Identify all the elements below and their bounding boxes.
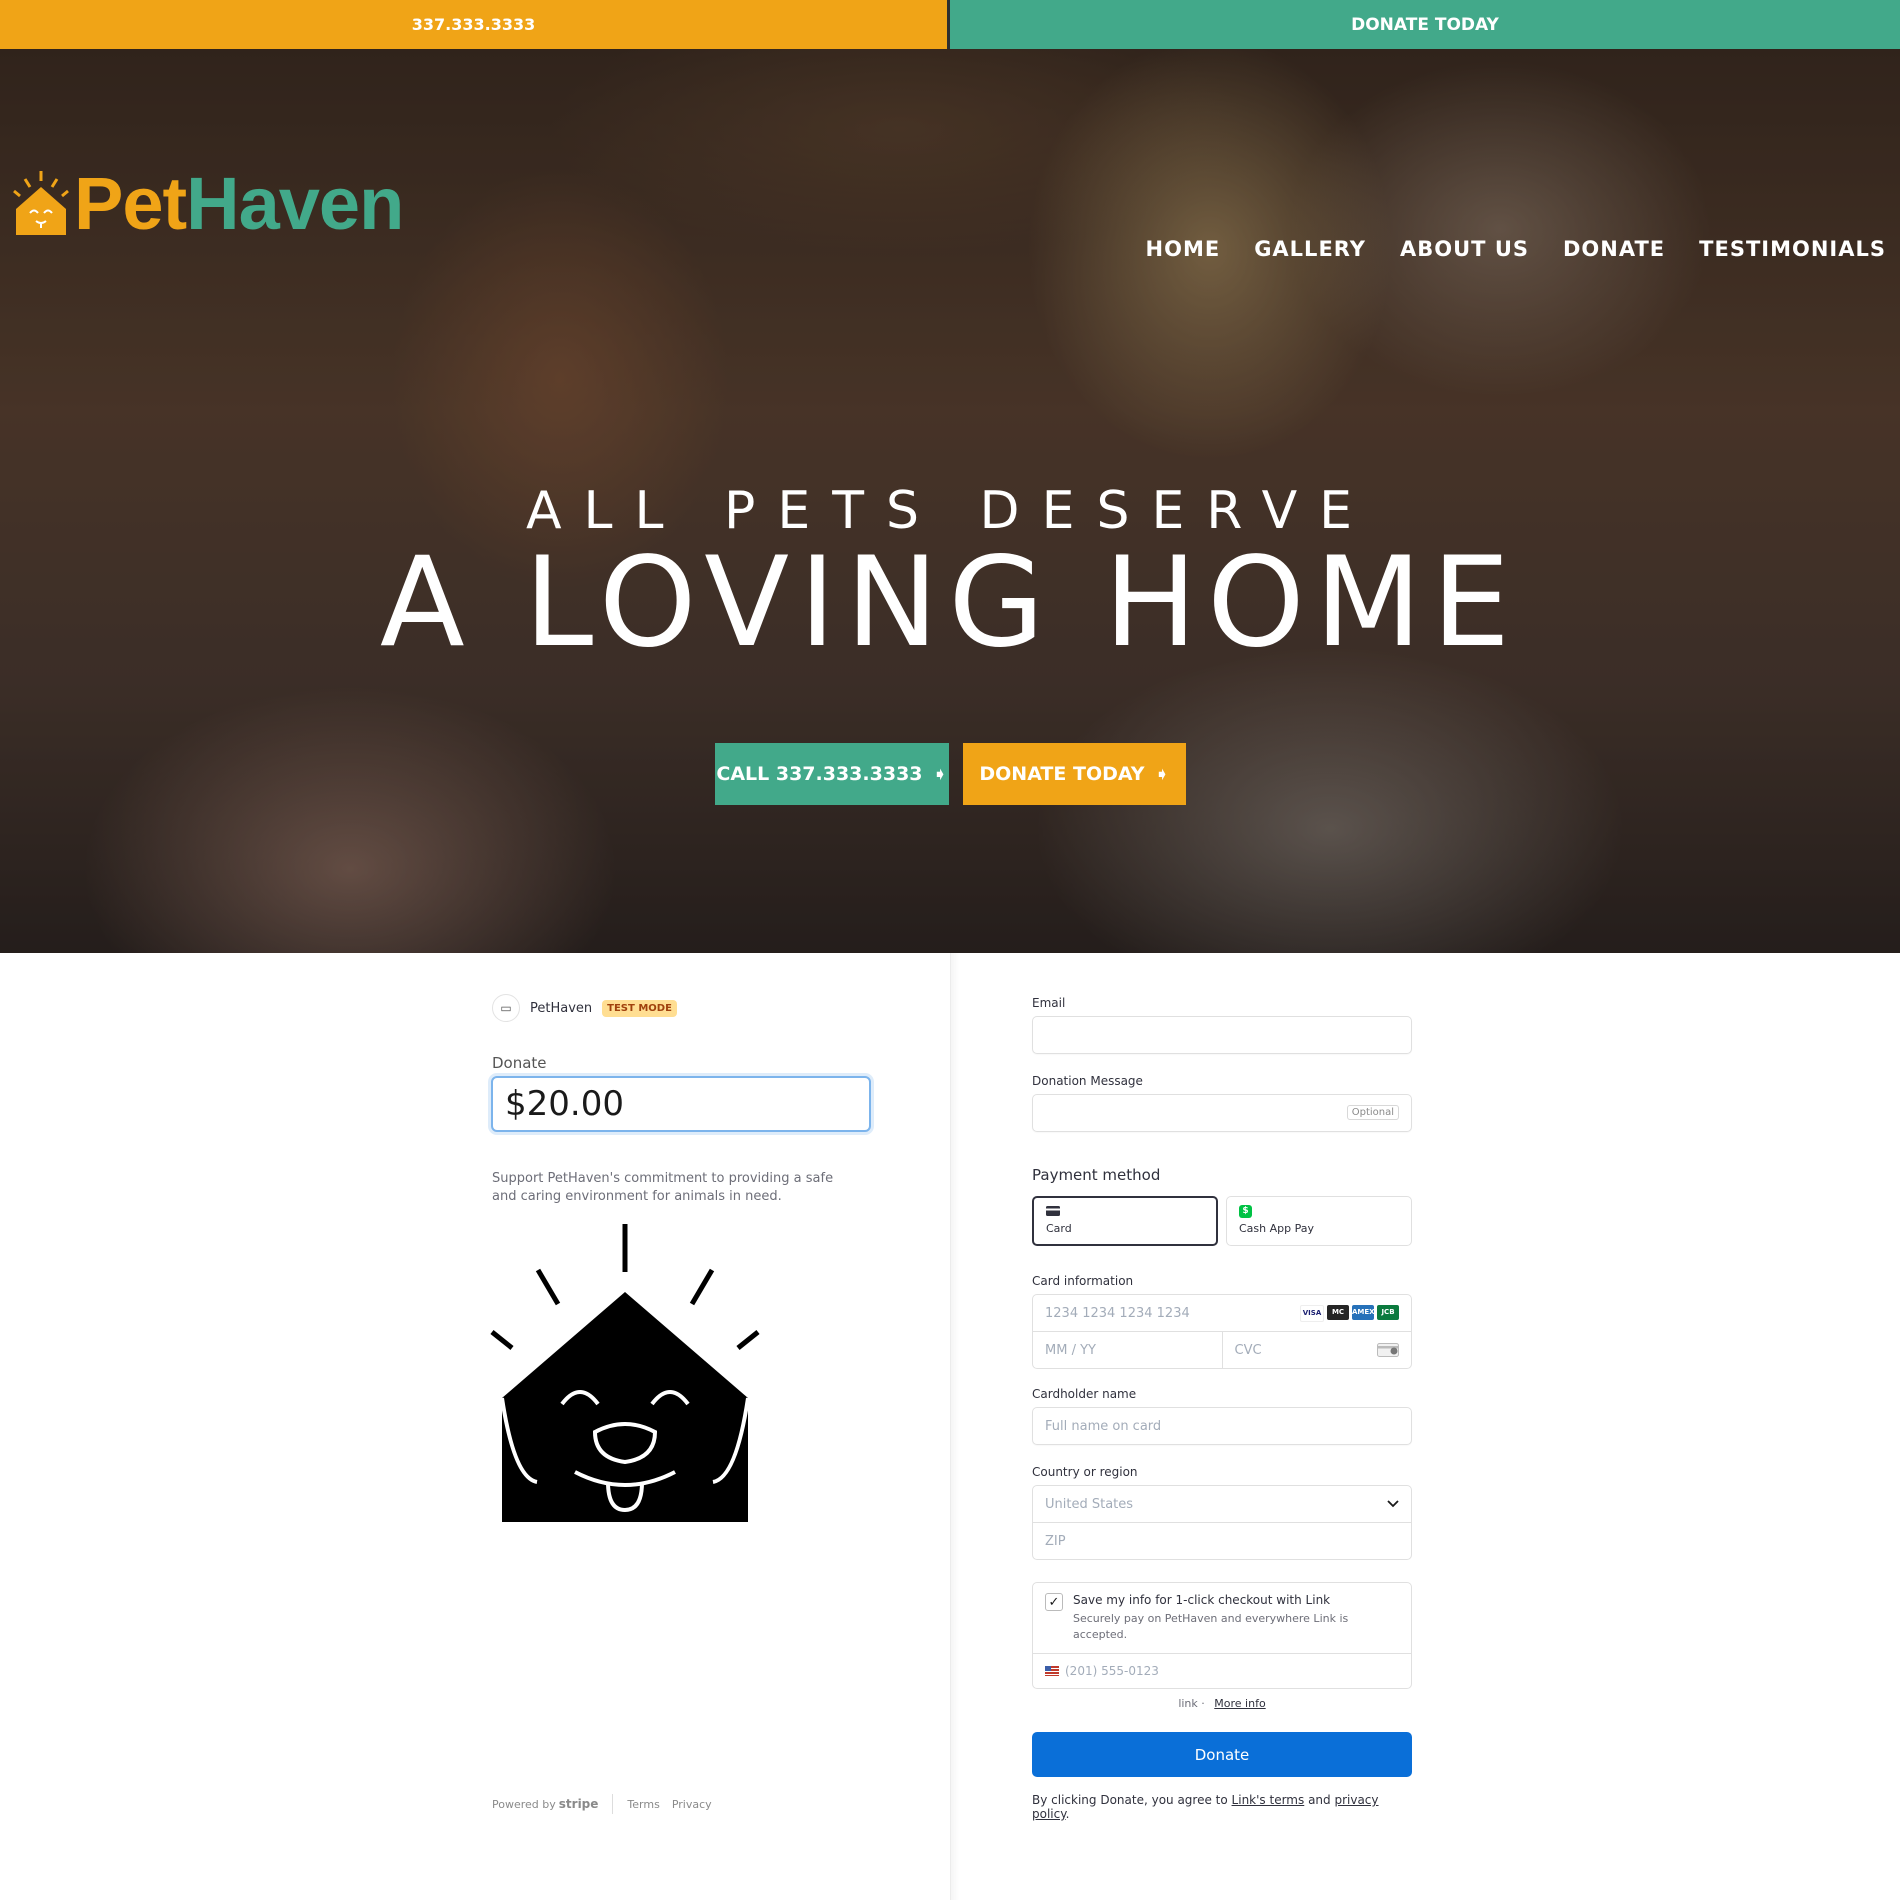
cash-app-icon: $: [1239, 1205, 1252, 1218]
nav-home[interactable]: HOME: [1146, 237, 1221, 261]
test-mode-badge: TEST MODE: [602, 999, 677, 1017]
link-save-subtitle: Securely pay on PetHaven and everywhere …: [1073, 1612, 1349, 1641]
card-expiry-cvc-row: MM / YY CVC: [1033, 1331, 1411, 1368]
main-nav: HOME GALLERY ABOUT US DONATE TESTIMONIAL…: [1146, 237, 1886, 261]
nav-gallery[interactable]: GALLERY: [1254, 237, 1366, 261]
cardholder-name-field[interactable]: Full name on card: [1032, 1407, 1412, 1445]
hero-donate-button[interactable]: DONATE TODAY ➧: [963, 743, 1186, 805]
link-save-checkbox[interactable]: ✓: [1045, 1593, 1063, 1611]
chevron-down-icon: [1387, 1500, 1399, 1508]
terms-suffix: .: [1065, 1807, 1070, 1821]
cvc-field[interactable]: CVC: [1221, 1332, 1412, 1368]
card-information-group: 1234 1234 1234 1234 VISA MC AMEX JCB MM …: [1032, 1294, 1412, 1369]
us-flag-icon: [1045, 1666, 1059, 1676]
donation-message-field[interactable]: Optional: [1032, 1094, 1412, 1132]
card-brand-icons: VISA MC AMEX JCB: [1300, 1305, 1399, 1322]
link-phone-field[interactable]: (201) 555-0123: [1033, 1654, 1411, 1688]
terms-text: By clicking Donate, you agree to Link's …: [1032, 1793, 1412, 1821]
payment-method-cashapp-label: Cash App Pay: [1239, 1222, 1314, 1235]
topbar-phone-link[interactable]: 337.333.3333: [0, 0, 947, 49]
cardholder-label: Cardholder name: [1032, 1387, 1137, 1401]
arrow-right-icon: ➧: [1154, 763, 1170, 785]
donation-description: Support PetHaven's commitment to providi…: [492, 1171, 834, 1204]
dot-separator: ·: [1201, 1697, 1209, 1710]
jcb-icon: JCB: [1377, 1305, 1399, 1320]
email-label: Email: [1032, 996, 1066, 1010]
house-dog-logo-icon: [13, 171, 69, 235]
more-info-link[interactable]: More info: [1214, 1697, 1265, 1710]
link-save-option: ✓ Save my info for 1-click checkout with…: [1033, 1583, 1411, 1654]
nav-donate[interactable]: DONATE: [1563, 237, 1665, 261]
terms-and: and: [1304, 1793, 1335, 1807]
expiry-field[interactable]: MM / YY: [1033, 1332, 1222, 1368]
arrow-right-icon: ➧: [932, 763, 948, 785]
payment-method-title: Payment method: [1032, 1166, 1161, 1184]
nav-testimonials[interactable]: TESTIMONIALS: [1699, 237, 1886, 261]
country-zip-group: United States ZIP: [1032, 1485, 1412, 1560]
optional-badge: Optional: [1346, 1105, 1399, 1120]
checkout-divider-shadow: [951, 953, 959, 1900]
cvc-placeholder: CVC: [1234, 1342, 1262, 1358]
cvc-card-icon: [1377, 1343, 1399, 1357]
payment-method-cashapp[interactable]: $ Cash App Pay: [1226, 1196, 1412, 1246]
topbar-donate-link[interactable]: DONATE TODAY: [950, 0, 1900, 49]
credit-card-icon: [1046, 1206, 1060, 1216]
hero-call-button[interactable]: CALL 337.333.3333 ➧: [715, 743, 949, 805]
merchant-name: PetHaven: [530, 1000, 593, 1016]
logo-word-pet: Pet: [74, 162, 187, 245]
top-bar: 337.333.3333 DONATE TODAY: [0, 0, 1900, 49]
logo-wordmark: PetHaven: [74, 167, 404, 241]
country-select[interactable]: United States: [1033, 1486, 1411, 1522]
logo-word-haven: Haven: [186, 162, 404, 245]
nav-about-us[interactable]: ABOUT US: [1400, 237, 1529, 261]
privacy-link[interactable]: Privacy: [672, 1798, 712, 1811]
email-field[interactable]: [1032, 1016, 1412, 1054]
hero-call-label: CALL 337.333.3333: [716, 763, 923, 785]
checkout-footer: Powered by stripe Terms Privacy: [492, 1794, 724, 1814]
link-save-box: ✓ Save my info for 1-click checkout with…: [1032, 1582, 1412, 1689]
hero-title: A LOVING HOME: [379, 531, 1521, 675]
powered-by-text: Powered by: [492, 1797, 556, 1811]
donate-amount-input[interactable]: $20.00: [491, 1076, 871, 1132]
card-information-label: Card information: [1032, 1274, 1134, 1288]
payment-method-card-label: Card: [1046, 1222, 1072, 1235]
pethaven-logo[interactable]: PetHaven: [8, 167, 404, 241]
payment-method-tabs: Card $ Cash App Pay: [1032, 1196, 1412, 1246]
payment-form: Email Donation Message Optional Payment …: [1032, 996, 1412, 1821]
donate-amount-label: Donate: [492, 1054, 547, 1072]
hero-section: PetHaven HOME GALLERY ABOUT US DONATE TE…: [0, 49, 1900, 953]
link-terms-link[interactable]: Link's terms: [1232, 1793, 1305, 1807]
terms-prefix: By clicking Donate, you agree to: [1032, 1793, 1232, 1807]
link-save-title: Save my info for 1-click checkout with L…: [1073, 1593, 1331, 1607]
country-label: Country or region: [1032, 1465, 1138, 1479]
donate-submit-button[interactable]: Donate: [1032, 1732, 1412, 1777]
amex-icon: AMEX: [1352, 1305, 1375, 1320]
phone-placeholder: (201) 555-0123: [1065, 1664, 1159, 1678]
zip-row: ZIP: [1033, 1522, 1411, 1559]
merchant-header: ▭ PetHaven TEST MODE: [492, 994, 677, 1022]
house-dog-product-image: [490, 1224, 760, 1522]
link-logo: link: [1178, 1697, 1198, 1710]
payment-method-card[interactable]: Card: [1032, 1196, 1218, 1246]
country-value: United States: [1045, 1496, 1134, 1512]
stripe-logo[interactable]: stripe: [559, 1797, 599, 1811]
hero-donate-label: DONATE TODAY: [979, 763, 1145, 785]
terms-link[interactable]: Terms: [627, 1798, 659, 1811]
store-icon: ▭: [492, 994, 520, 1022]
mastercard-icon: MC: [1327, 1305, 1349, 1320]
zip-field[interactable]: ZIP: [1033, 1523, 1411, 1559]
footer-separator: [612, 1794, 614, 1814]
card-number-row: 1234 1234 1234 1234 VISA MC AMEX JCB: [1033, 1295, 1411, 1331]
donation-message-label: Donation Message: [1032, 1074, 1143, 1088]
link-footer: link · More info: [1032, 1697, 1412, 1710]
visa-icon: VISA: [1300, 1305, 1324, 1322]
